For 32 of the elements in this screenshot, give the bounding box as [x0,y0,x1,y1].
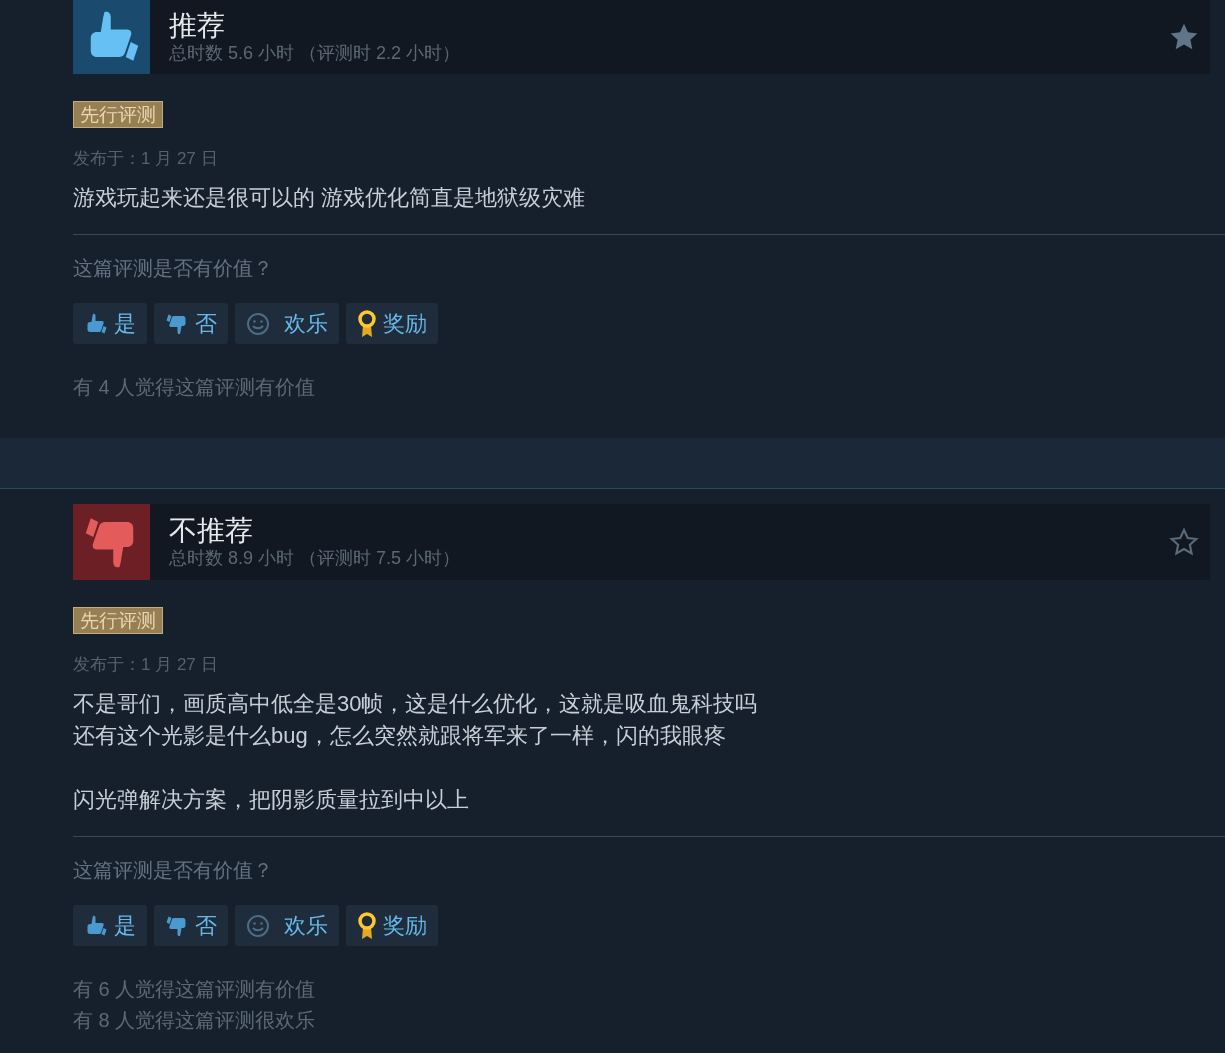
star-icon[interactable] [1168,526,1200,558]
yes-button[interactable]: 是 [73,905,147,946]
award-icon [357,309,377,338]
posted-date: 发布于：1 月 27 日 [73,654,219,676]
review-text: 闪光弹解决方案，把阴影质量拉到中以上 [73,786,470,814]
early-access-tag: 先行评测 [73,607,163,634]
helpful-count: 有 8 人觉得这篇评测很欢乐 [73,1008,317,1033]
award-button[interactable]: 奖励 [346,303,438,344]
thumbs-up-icon [84,311,108,336]
helpful-prompt: 这篇评测是否有价值？ [73,256,274,281]
helpful-count: 有 4 人觉得这篇评测有价值 [73,375,317,400]
review-verdict: 不推荐 [169,515,254,547]
no-button[interactable]: 否 [154,905,228,946]
helpful-count: 有 6 人觉得这篇评测有价值 [73,977,317,1002]
helpful-prompt: 这篇评测是否有价值？ [73,858,274,883]
no-button[interactable]: 否 [154,303,228,344]
review-text: 游戏玩起来还是很可以的 游戏优化简直是地狱级灾难 [73,184,587,212]
smiley-icon [246,913,270,938]
playtime-text: 总时数 8.9 小时 （评测时 7.5 小时） [169,547,461,569]
early-access-tag: 先行评测 [73,101,163,128]
award-button[interactable]: 奖励 [346,905,438,946]
yes-button[interactable]: 是 [73,303,147,344]
playtime-text: 总时数 5.6 小时 （评测时 2.2 小时） [169,42,461,64]
funny-button[interactable]: 欢乐 [235,905,339,946]
review-text: 不是哥们，画质高中低全是30帧，这是什么优化，这就是吸血鬼科技吗 [73,690,759,718]
review-text: 还有这个光影是什么bug，怎么突然就跟将军来了一样，闪的我眼疼 [73,722,727,750]
smiley-icon [246,311,270,336]
thumbs-up-icon [84,913,108,938]
review-verdict: 推荐 [169,10,226,42]
posted-date: 发布于：1 月 27 日 [73,148,219,170]
funny-button[interactable]: 欢乐 [235,303,339,344]
award-icon [357,911,377,940]
